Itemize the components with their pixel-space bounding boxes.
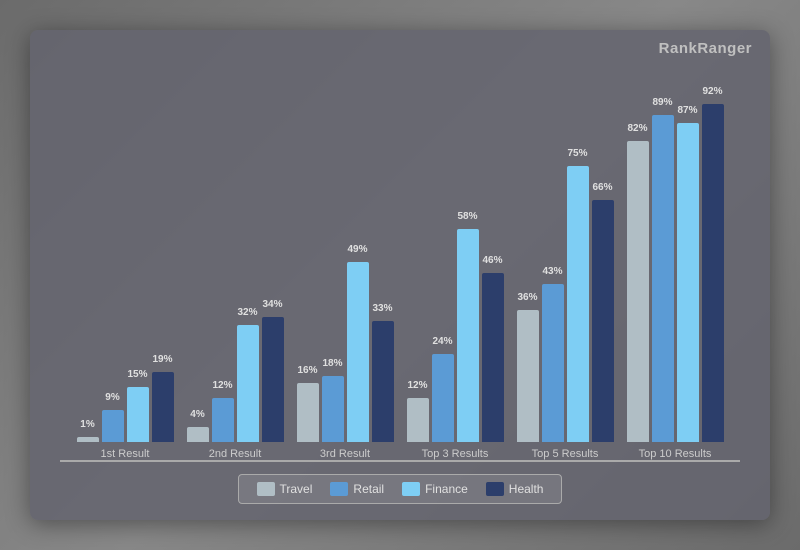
bar-label-travel-4: 36%	[517, 292, 537, 303]
bar-health-0: 19%	[152, 372, 174, 442]
bars-row-2: 16%18%49%33%	[297, 262, 394, 442]
bar-travel-5: 82%	[627, 141, 649, 442]
bar-group-5: 82%89%87%92%Top 10 Results	[627, 104, 724, 460]
bar-label-travel-3: 12%	[407, 380, 427, 391]
bar-health-3: 46%	[482, 273, 504, 442]
legend-item-health: Health	[486, 482, 544, 496]
bar-label-finance-1: 32%	[237, 307, 257, 318]
bar-finance-3: 58%	[457, 229, 479, 442]
legend-label-health: Health	[509, 482, 544, 496]
bar-health-1: 34%	[262, 317, 284, 442]
bar-health-4: 66%	[592, 200, 614, 442]
bar-group-3: 12%24%58%46%Top 3 Results	[407, 229, 504, 460]
group-label-4: Top 5 Results	[532, 448, 599, 460]
bar-travel-1: 4%	[187, 427, 209, 442]
bar-retail-2: 18%	[322, 376, 344, 442]
bar-retail-0: 9%	[102, 410, 124, 442]
bar-travel-2: 16%	[297, 383, 319, 442]
bar-group-2: 16%18%49%33%3rd Result	[297, 262, 394, 460]
bar-retail-3: 24%	[432, 354, 454, 442]
bar-label-travel-5: 82%	[627, 123, 647, 134]
bar-label-retail-0: 9%	[105, 392, 119, 403]
bar-group-4: 36%43%75%66%Top 5 Results	[517, 166, 614, 460]
logo-text: RankRanger	[659, 40, 752, 57]
bars-row-0: 1%9%15%19%	[77, 372, 174, 442]
bar-label-health-0: 19%	[152, 354, 172, 365]
bars-row-5: 82%89%87%92%	[627, 104, 724, 442]
bars-container: 1%9%15%19%1st Result4%12%32%34%2nd Resul…	[60, 80, 740, 460]
bar-label-finance-5: 87%	[677, 105, 697, 116]
bar-travel-3: 12%	[407, 398, 429, 442]
bar-retail-1: 12%	[212, 398, 234, 442]
bar-group-0: 1%9%15%19%1st Result	[77, 372, 174, 460]
legend-item-travel: Travel	[257, 482, 313, 496]
bar-health-5: 92%	[702, 104, 724, 442]
bars-row-3: 12%24%58%46%	[407, 229, 504, 442]
bar-finance-0: 15%	[127, 387, 149, 442]
chart-area: 1%9%15%19%1st Result4%12%32%34%2nd Resul…	[60, 80, 740, 462]
bar-label-retail-4: 43%	[542, 266, 562, 277]
legend-item-retail: Retail	[330, 482, 384, 496]
x-axis	[60, 460, 740, 462]
logo: RankRanger	[659, 40, 752, 57]
bar-label-finance-4: 75%	[567, 148, 587, 159]
bar-label-health-4: 66%	[592, 182, 612, 193]
bar-finance-5: 87%	[677, 123, 699, 442]
bar-travel-0: 1%	[77, 437, 99, 442]
bar-label-finance-3: 58%	[457, 211, 477, 222]
bar-label-health-3: 46%	[482, 255, 502, 266]
bar-label-travel-1: 4%	[190, 409, 204, 420]
chart-card: RankRanger 1%9%15%19%1st Result4%12%32%3…	[30, 30, 770, 520]
bar-group-1: 4%12%32%34%2nd Result	[187, 317, 284, 460]
bar-retail-4: 43%	[542, 284, 564, 442]
bar-label-finance-0: 15%	[127, 369, 147, 380]
bar-travel-4: 36%	[517, 310, 539, 442]
bar-finance-4: 75%	[567, 166, 589, 442]
bar-finance-1: 32%	[237, 325, 259, 442]
legend-color-health	[486, 482, 504, 496]
group-label-5: Top 10 Results	[639, 448, 712, 460]
group-label-2: 3rd Result	[320, 448, 370, 460]
group-label-1: 2nd Result	[209, 448, 262, 460]
legend: Travel Retail Finance Health	[238, 474, 563, 504]
bar-label-health-1: 34%	[262, 299, 282, 310]
legend-color-finance	[402, 482, 420, 496]
bar-label-travel-2: 16%	[297, 365, 317, 376]
legend-label-retail: Retail	[353, 482, 384, 496]
bar-label-travel-0: 1%	[80, 419, 94, 430]
group-label-0: 1st Result	[101, 448, 150, 460]
bar-label-finance-2: 49%	[347, 244, 367, 255]
bar-health-2: 33%	[372, 321, 394, 442]
legend-color-travel	[257, 482, 275, 496]
legend-item-finance: Finance	[402, 482, 468, 496]
legend-color-retail	[330, 482, 348, 496]
bar-label-health-5: 92%	[702, 86, 722, 97]
bars-row-4: 36%43%75%66%	[517, 166, 614, 442]
legend-label-travel: Travel	[280, 482, 313, 496]
bar-label-health-2: 33%	[372, 303, 392, 314]
bar-label-retail-3: 24%	[432, 336, 452, 347]
bar-label-retail-5: 89%	[652, 97, 672, 108]
bar-retail-5: 89%	[652, 115, 674, 442]
bar-label-retail-1: 12%	[212, 380, 232, 391]
bars-row-1: 4%12%32%34%	[187, 317, 284, 442]
legend-label-finance: Finance	[425, 482, 468, 496]
bar-label-retail-2: 18%	[322, 358, 342, 369]
background: RankRanger 1%9%15%19%1st Result4%12%32%3…	[0, 0, 800, 550]
bar-finance-2: 49%	[347, 262, 369, 442]
group-label-3: Top 3 Results	[422, 448, 489, 460]
